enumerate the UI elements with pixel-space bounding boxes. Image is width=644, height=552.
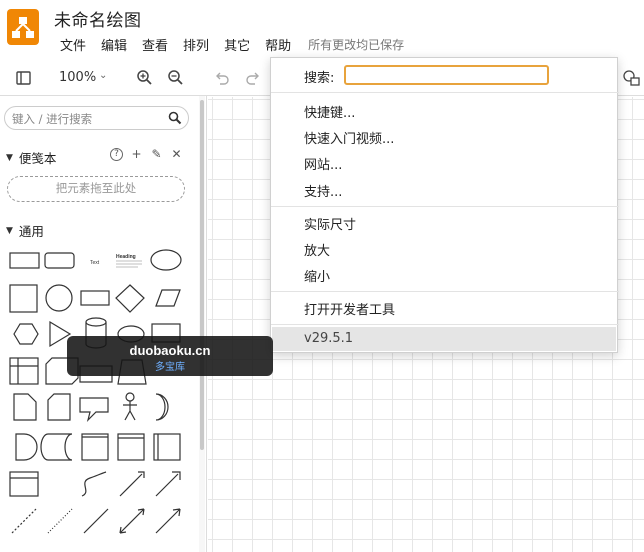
shape-arrow[interactable] (155, 471, 181, 497)
menu-item-actual-size[interactable]: 实际尺寸 (304, 214, 356, 233)
shape-circle[interactable] (45, 284, 73, 312)
collapse-triangle-icon: ▼ (6, 225, 13, 236)
shape-hexagon[interactable] (13, 323, 39, 345)
shape-curve[interactable] (81, 471, 107, 497)
menu-item-zoom-out[interactable]: 缩小 (304, 266, 330, 285)
watermark-overlay: duobaoku.cn 多宝库 (67, 336, 273, 376)
shape-text[interactable]: Text (90, 260, 100, 266)
menu-divider (271, 291, 619, 292)
menu-extras[interactable]: 其它 (224, 35, 250, 54)
menu-item-website[interactable]: 网站... (304, 154, 342, 173)
help-dropdown-menu: 搜索: 快捷键... 快速入门视频... 网站... 支持... 实际尺寸 放大… (270, 57, 619, 353)
search-icon[interactable] (168, 111, 182, 125)
zoom-in-icon[interactable] (135, 68, 155, 88)
shape-list[interactable] (9, 471, 39, 497)
version-label: v29.5.1 (304, 331, 354, 346)
scratchpad-header[interactable]: ▼ 便笺本 (6, 148, 56, 167)
edit-icon[interactable]: ✎ (150, 147, 163, 161)
zoom-level[interactable]: 100% (59, 70, 96, 85)
general-shapes-palette: Text Heading (9, 249, 182, 534)
close-icon[interactable]: ✕ (170, 147, 183, 161)
scratchpad-tools: ? + ✎ ✕ (110, 147, 183, 161)
menu-item-support[interactable]: 支持... (304, 181, 342, 200)
shape-bidirectional-arrow[interactable] (119, 471, 145, 497)
redo-icon[interactable] (243, 68, 263, 88)
shape-arrow-line[interactable] (155, 508, 181, 534)
shape-diamond[interactable] (115, 284, 145, 313)
header: 未命名绘图 文件 编辑 查看 排列 其它 帮助 所有更改均已保存 (0, 0, 644, 60)
shape-process[interactable] (80, 290, 110, 306)
shape-rect-2[interactable] (81, 433, 109, 461)
help-icon[interactable]: ? (110, 147, 123, 161)
shape-double-arrow-line[interactable] (119, 508, 145, 534)
zoom-dropdown-icon[interactable]: ⌄ (99, 70, 107, 81)
menu-item-shortcuts[interactable]: 快捷键... (304, 102, 355, 121)
menu-item-open-devtools[interactable]: 打开开发者工具 (304, 299, 395, 318)
menu-arrange[interactable]: 排列 (183, 35, 209, 54)
add-icon[interactable]: + (130, 147, 143, 161)
shape-actor-body (123, 401, 137, 421)
menu-divider (271, 206, 619, 207)
shape-ellipse[interactable] (150, 249, 182, 271)
shape-rectangle[interactable] (9, 252, 40, 269)
shape-rounded-rectangle[interactable] (44, 252, 75, 269)
shape-line[interactable] (83, 508, 109, 534)
menu-help[interactable]: 帮助 (265, 35, 291, 54)
shape-search-placeholder: 键入 / 进行搜索 (12, 112, 93, 126)
version-row: v29.5.1 (272, 327, 616, 351)
menu-divider (271, 92, 619, 93)
watermark-main-text: duobaoku.cn (129, 343, 211, 358)
drawio-logo-icon (7, 9, 39, 45)
undo-icon[interactable] (212, 68, 232, 88)
save-status: 所有更改均已保存 (308, 37, 405, 52)
shape-dotted-line[interactable] (47, 508, 73, 534)
menu-file[interactable]: 文件 (60, 35, 86, 54)
shape-search-input[interactable]: 键入 / 进行搜索 (4, 106, 189, 130)
app-window: 未命名绘图 文件 编辑 查看 排列 其它 帮助 所有更改均已保存 100% ⌄ (0, 0, 644, 552)
document-title[interactable]: 未命名绘图 (54, 6, 142, 31)
shape-parallelogram[interactable] (155, 289, 181, 307)
format-panel-toggle-icon[interactable] (14, 68, 34, 88)
shape-dashed-line[interactable] (11, 508, 37, 534)
menubar: 文件 编辑 查看 排列 其它 帮助 所有更改均已保存 (60, 35, 405, 54)
menu-edit[interactable]: 编辑 (101, 35, 127, 54)
shape-table[interactable] (9, 357, 39, 385)
shape-callout[interactable] (79, 397, 109, 422)
zoom-out-icon[interactable] (166, 68, 186, 88)
collapse-triangle-icon: ▼ (6, 152, 13, 163)
help-search-input[interactable] (344, 65, 549, 85)
shape-delay[interactable] (15, 433, 38, 461)
scratchpad-dropzone[interactable]: 把元素拖至此处 (7, 176, 185, 202)
shape-document-note[interactable] (13, 393, 37, 421)
shape-square[interactable] (9, 284, 38, 313)
sidebar-scrollbar-thumb[interactable] (200, 100, 204, 450)
shapes-sidebar: 键入 / 进行搜索 ▼ 便笺本 ? + ✎ ✕ 把元素拖至此处 ▼ 通用 Tex… (0, 96, 207, 552)
menu-item-zoom-in[interactable]: 放大 (304, 240, 330, 259)
shape-moon[interactable] (155, 393, 169, 421)
menu-divider (271, 324, 619, 325)
menu-view[interactable]: 查看 (142, 35, 168, 54)
watermark-sub-text: 多宝库 (155, 362, 185, 373)
shape-heading[interactable]: Heading (116, 254, 136, 260)
menu-item-quickstart-video[interactable]: 快速入门视频... (304, 128, 394, 147)
shape-actor[interactable] (125, 392, 135, 402)
shapes-icon[interactable] (622, 68, 642, 88)
scratchpad-title: 便笺本 (18, 151, 57, 166)
general-title: 通用 (18, 224, 44, 239)
shape-card[interactable] (47, 393, 71, 421)
general-header[interactable]: ▼ 通用 (6, 221, 44, 240)
help-search-label: 搜索: (304, 71, 335, 86)
shape-data-storage[interactable] (40, 433, 73, 461)
